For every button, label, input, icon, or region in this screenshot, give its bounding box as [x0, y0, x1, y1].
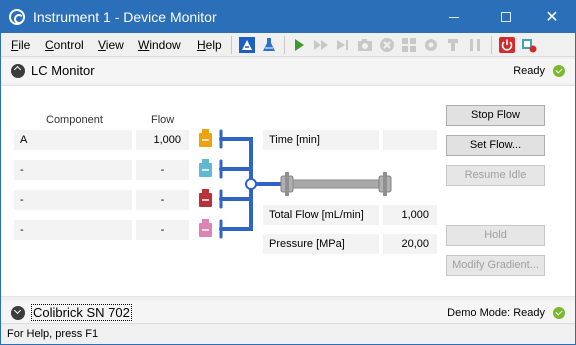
status-bar-text: For Help, press F1 — [7, 328, 99, 340]
menu-toolbar: File Control View Window Help — [1, 33, 575, 57]
component-cell[interactable]: A — [14, 130, 132, 150]
component-cell[interactable]: - — [14, 190, 132, 210]
menu-view[interactable]: View — [98, 38, 124, 52]
lc-monitor-panel: Component Flow A 1,000 - - - - - - Time … — [1, 85, 575, 297]
minimize-icon — [449, 16, 459, 18]
flow-cell[interactable]: 1,000 — [136, 130, 189, 150]
play-icon[interactable] — [291, 37, 307, 53]
camera-icon[interactable] — [357, 37, 373, 53]
menu-help-label: elp — [205, 38, 222, 52]
status-bar: For Help, press F1 — [1, 323, 575, 344]
menu-view-accesskey: V — [98, 38, 106, 52]
menu-window-label: indow — [149, 38, 181, 52]
settings-icon[interactable] — [423, 37, 439, 53]
colibrick-title: Colibrick SN 702 — [31, 304, 132, 321]
menu-help-accesskey: H — [197, 38, 206, 52]
lc-monitor-status: Ready — [513, 65, 545, 77]
grid-icon[interactable] — [401, 37, 417, 53]
menu-help[interactable]: Help — [197, 38, 222, 52]
flow-cell[interactable]: - — [136, 190, 189, 210]
app-icon[interactable] — [9, 9, 25, 25]
network-icon[interactable] — [521, 37, 537, 53]
toolbar-separator — [284, 36, 285, 54]
collapse-chevron-icon[interactable] — [11, 64, 25, 78]
toolbar-separator — [231, 36, 232, 54]
menu-control-accesskey: C — [45, 38, 54, 52]
close-icon: ✕ — [545, 9, 559, 26]
total-flow-value: 1,000 — [383, 205, 437, 225]
modify-gradient-button[interactable]: Modify Gradient... — [446, 255, 545, 276]
flow-cell[interactable]: - — [136, 160, 189, 180]
ready-check-icon — [553, 65, 565, 77]
window-title: Instrument 1 - Device Monitor — [33, 9, 217, 25]
component-column-header: Component — [46, 114, 103, 126]
skip-forward-icon[interactable] — [335, 37, 351, 53]
lc-monitor-title: LC Monitor — [31, 63, 95, 78]
lc-monitor-header[interactable]: LC Monitor Ready — [1, 59, 575, 83]
menu-view-label: iew — [105, 38, 124, 52]
menu-file[interactable]: File — [11, 38, 30, 52]
title-bar: Instrument 1 - Device Monitor ✕ — [1, 1, 575, 33]
ready-check-icon — [553, 307, 565, 319]
method-icon[interactable] — [239, 37, 255, 53]
hold-button[interactable]: Hold — [446, 225, 545, 246]
mixer-junction-icon — [245, 178, 257, 190]
maximize-icon — [501, 12, 511, 22]
maximize-button[interactable] — [483, 1, 529, 33]
expand-chevron-icon[interactable] — [11, 306, 25, 320]
minimize-button[interactable] — [431, 1, 477, 33]
fast-forward-icon[interactable] — [313, 37, 329, 53]
total-flow-label: Total Flow [mL/min] — [263, 205, 379, 225]
stop-icon[interactable] — [379, 37, 395, 53]
set-flow-button[interactable]: Set Flow... — [446, 135, 545, 156]
toolbar-separator — [491, 36, 492, 54]
close-button[interactable]: ✕ — [529, 1, 575, 33]
menu-file-label: ile — [18, 38, 31, 52]
stop-flow-button[interactable]: Stop Flow — [446, 105, 545, 126]
pressure-label: Pressure [MPa] — [263, 234, 379, 254]
time-label: Time [min] — [263, 130, 379, 150]
menu-control-label: ontrol — [53, 38, 84, 52]
component-cell[interactable]: - — [14, 220, 132, 240]
pressure-value: 20,00 — [383, 234, 437, 254]
colibrick-status: Demo Mode: Ready — [447, 307, 545, 319]
nozzle-icon[interactable] — [445, 37, 461, 53]
menu-window-accesskey: W — [138, 38, 150, 52]
application-window: Instrument 1 - Device Monitor ✕ File Con… — [0, 0, 576, 345]
colibrick-header[interactable]: Colibrick SN 702 Demo Mode: Ready — [1, 301, 575, 325]
flow-cell[interactable]: - — [136, 220, 189, 240]
column-icon — [280, 172, 392, 196]
pause-icon[interactable] — [467, 37, 483, 53]
resume-idle-button[interactable]: Resume Idle — [446, 165, 545, 186]
component-cell[interactable]: - — [14, 160, 132, 180]
time-value — [383, 130, 437, 150]
menu-control[interactable]: Control — [45, 38, 84, 52]
flask-icon[interactable] — [261, 37, 277, 53]
flow-column-header: Flow — [151, 114, 175, 126]
power-icon[interactable] — [499, 37, 515, 53]
menu-window[interactable]: Window — [138, 38, 181, 52]
